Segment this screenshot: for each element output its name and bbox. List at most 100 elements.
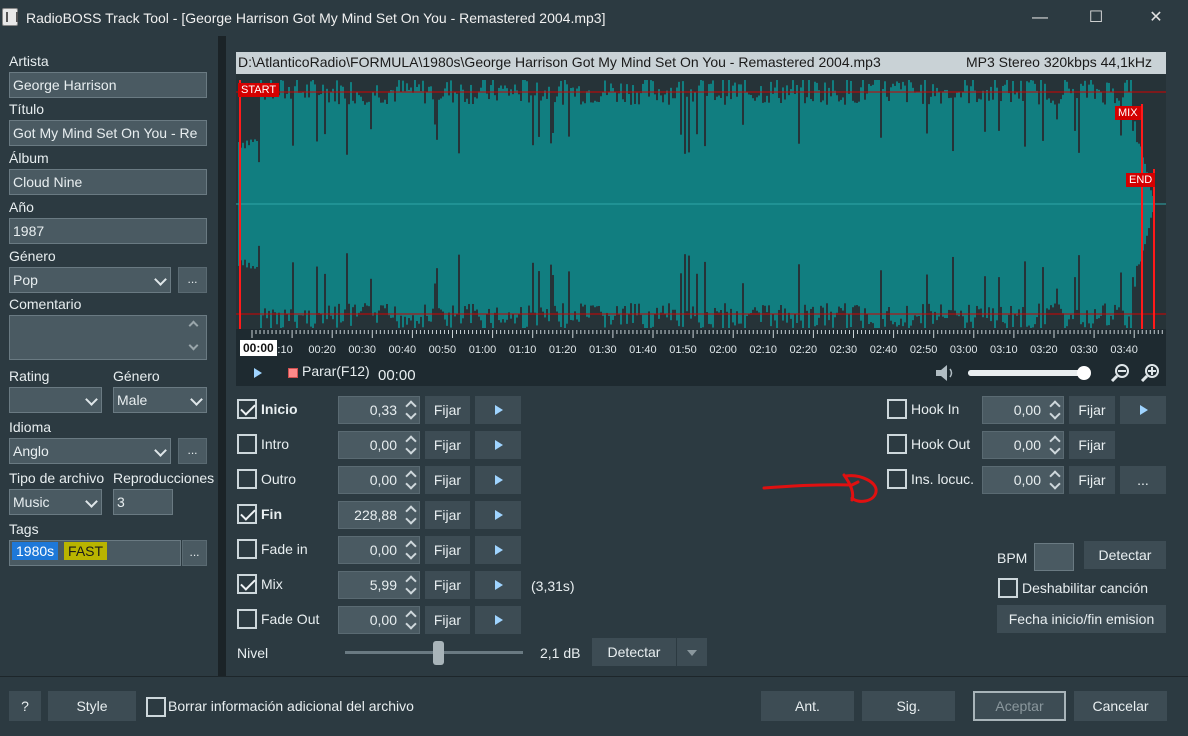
spin-down-icon[interactable] xyxy=(405,583,417,595)
hook-fix-button[interactable]: Fijar xyxy=(1069,431,1115,459)
spin-down-icon[interactable] xyxy=(405,478,417,490)
cue-play-button[interactable] xyxy=(475,431,521,459)
stop-button-label[interactable]: Parar(F12) xyxy=(302,363,370,379)
zoom-in-icon[interactable] xyxy=(1140,362,1162,384)
cue-checkbox[interactable] xyxy=(237,469,257,489)
hook-fix-button[interactable]: Fijar xyxy=(1069,466,1115,494)
genre-select[interactable]: Pop xyxy=(9,267,171,293)
spin-down-icon[interactable] xyxy=(1049,408,1061,420)
language-select[interactable]: Anglo xyxy=(9,438,171,464)
spin-down-icon[interactable] xyxy=(405,408,417,420)
volume-slider[interactable] xyxy=(968,366,1091,380)
rating-select[interactable] xyxy=(9,387,102,413)
cue-play-button[interactable] xyxy=(475,536,521,564)
next-button[interactable]: Sig. xyxy=(862,691,955,721)
cue-checkbox[interactable] xyxy=(237,399,257,419)
cue-checkbox[interactable] xyxy=(237,609,257,629)
timeline-label: 03:00 xyxy=(950,344,978,356)
cue-value-spinner[interactable]: 0,00 xyxy=(338,606,420,634)
cue-label: Intro xyxy=(261,436,290,452)
hook-value-spinner[interactable]: 0,00 xyxy=(982,431,1064,459)
speaker-icon[interactable] xyxy=(934,363,958,383)
cue-value-spinner[interactable]: 0,00 xyxy=(338,431,420,459)
cue-fix-button[interactable]: Fijar xyxy=(425,536,470,564)
hook-checkbox[interactable] xyxy=(887,399,907,419)
cue-play-button[interactable] xyxy=(475,606,521,634)
spin-down-icon[interactable] xyxy=(405,618,417,630)
hook-fix-button[interactable]: Fijar xyxy=(1069,396,1115,424)
cue-checkbox[interactable] xyxy=(237,574,257,594)
minimize-button[interactable]: — xyxy=(1012,0,1068,36)
style-button[interactable]: Style xyxy=(48,691,136,721)
cue-checkbox[interactable] xyxy=(237,504,257,524)
cue-value-spinner[interactable]: 0,00 xyxy=(338,466,420,494)
bpm-detect-button[interactable]: Detectar xyxy=(1084,541,1166,569)
cue-play-button[interactable] xyxy=(475,571,521,599)
erase-info-checkbox[interactable] xyxy=(146,697,166,717)
cue-fix-button[interactable]: Fijar xyxy=(425,606,470,634)
cue-fix-button[interactable]: Fijar xyxy=(425,501,470,529)
hook-value-spinner[interactable]: 0,00 xyxy=(982,466,1064,494)
cue-value-spinner[interactable]: 0,33 xyxy=(338,396,420,424)
end-marker[interactable]: END xyxy=(1126,173,1156,187)
cue-checkbox[interactable] xyxy=(237,434,257,454)
tags-more-button[interactable]: ... xyxy=(182,540,207,566)
level-detect-dropdown[interactable] xyxy=(677,638,707,666)
level-detect-button[interactable]: Detectar xyxy=(592,638,676,666)
disable-song-checkbox[interactable] xyxy=(998,578,1018,598)
artist-field[interactable]: George Harrison xyxy=(9,72,207,98)
cue-fix-button[interactable]: Fijar xyxy=(425,466,470,494)
mix-marker[interactable]: MIX xyxy=(1115,106,1141,120)
tags-field[interactable]: 1980s FAST xyxy=(9,540,181,566)
stop-icon[interactable] xyxy=(288,368,298,378)
hook-play-button[interactable] xyxy=(1120,396,1166,424)
waveform-view[interactable]: 0:10 00:20 00:30 00:40 00:50 01:00 01:10 01:20 0… xyxy=(236,74,1166,386)
spin-down-icon[interactable] xyxy=(1049,478,1061,490)
zoom-out-icon[interactable] xyxy=(1110,362,1132,384)
cue-fix-button[interactable]: Fijar xyxy=(425,396,470,424)
tag-chip[interactable]: 1980s xyxy=(12,542,59,560)
spin-down-icon[interactable] xyxy=(1049,443,1061,455)
broadcast-dates-button[interactable]: Fecha inicio/fin emision xyxy=(997,605,1166,633)
panel-divider[interactable] xyxy=(218,36,226,676)
cancel-button[interactable]: Cancelar xyxy=(1074,691,1167,721)
hook-more-button[interactable]: ... xyxy=(1120,466,1166,494)
cue-value-spinner[interactable]: 5,99 xyxy=(338,571,420,599)
volume-knob[interactable] xyxy=(1076,366,1091,380)
hook-value-spinner[interactable]: 0,00 xyxy=(982,396,1064,424)
start-marker[interactable]: START xyxy=(238,83,280,97)
close-button[interactable]: ✕ xyxy=(1128,0,1184,36)
prev-button[interactable]: Ant. xyxy=(761,691,854,721)
title-field[interactable]: Got My Mind Set On You - Re xyxy=(9,120,207,146)
year-field[interactable]: 1987 xyxy=(9,218,207,244)
language-more-button[interactable]: ... xyxy=(178,438,207,464)
cue-play-button[interactable] xyxy=(475,396,521,424)
spin-down-icon[interactable] xyxy=(405,548,417,560)
album-field[interactable]: Cloud Nine xyxy=(9,169,207,195)
help-button[interactable]: ? xyxy=(9,691,41,721)
waveform-graphic[interactable]: 0:10 00:20 00:30 00:40 00:50 01:00 01:10 01:20 0… xyxy=(236,74,1166,360)
play-icon[interactable] xyxy=(254,368,262,378)
bpm-field[interactable] xyxy=(1034,543,1074,571)
accept-button[interactable]: Aceptar xyxy=(973,691,1066,721)
plays-field[interactable]: 3 xyxy=(113,489,173,515)
filetype-select[interactable]: Music xyxy=(9,489,102,515)
level-knob[interactable] xyxy=(432,641,444,665)
spin-down-icon[interactable] xyxy=(405,513,417,525)
tag-chip[interactable]: FAST xyxy=(64,542,108,560)
cue-fix-button[interactable]: Fijar xyxy=(425,571,470,599)
cue-checkbox[interactable] xyxy=(237,539,257,559)
cue-play-button[interactable] xyxy=(475,501,521,529)
cue-value-spinner[interactable]: 0,00 xyxy=(338,536,420,564)
hook-checkbox[interactable] xyxy=(887,469,907,489)
genre-more-button[interactable]: ... xyxy=(178,267,207,293)
level-slider[interactable] xyxy=(345,641,523,665)
gender-select[interactable]: Male xyxy=(113,387,207,413)
cue-play-button[interactable] xyxy=(475,466,521,494)
hook-checkbox[interactable] xyxy=(887,434,907,454)
cue-value-spinner[interactable]: 228,88 xyxy=(338,501,420,529)
comment-field[interactable] xyxy=(9,315,207,360)
maximize-button[interactable]: ☐ xyxy=(1068,0,1124,36)
spin-down-icon[interactable] xyxy=(405,443,417,455)
cue-fix-button[interactable]: Fijar xyxy=(425,431,470,459)
